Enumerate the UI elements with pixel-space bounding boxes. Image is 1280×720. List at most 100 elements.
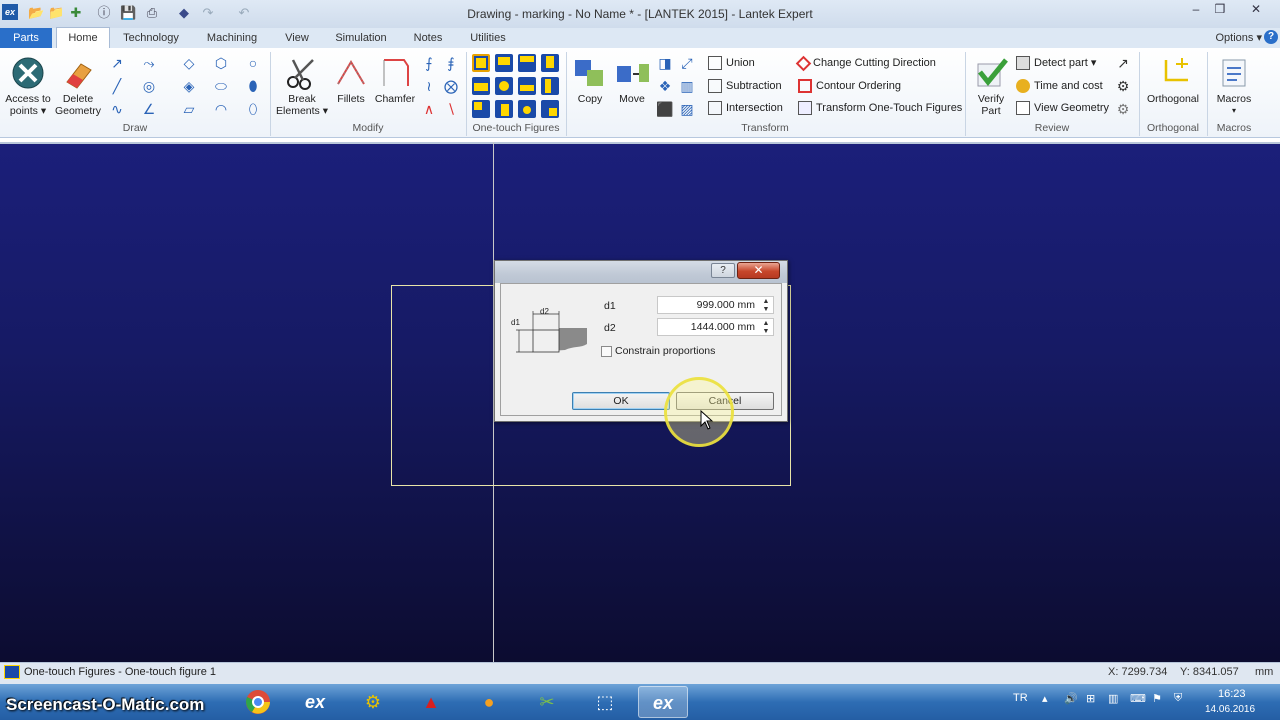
- one-touch-figure-4-icon[interactable]: [541, 54, 559, 72]
- detect-part-button[interactable]: Detect part ▾: [1016, 54, 1096, 72]
- circle-center-icon[interactable]: ◎: [140, 77, 158, 95]
- tab-notes[interactable]: Notes: [408, 28, 448, 48]
- line-icon[interactable]: ╱: [108, 77, 126, 95]
- tab-technology[interactable]: Technology: [116, 28, 186, 48]
- copy-button[interactable]: Copy: [570, 56, 610, 105]
- one-touch-figure-9-icon[interactable]: [472, 100, 490, 118]
- clock-date[interactable]: 14.06.2016: [1205, 704, 1255, 715]
- settings-icon[interactable]: ⚙: [1114, 100, 1132, 118]
- offset-icon[interactable]: ≀: [420, 77, 438, 95]
- d2-value[interactable]: 1444.000 mm: [665, 321, 755, 333]
- lantek-expert-icon[interactable]: ex: [290, 686, 340, 718]
- windows-flag-icon[interactable]: ⊞: [1086, 692, 1095, 705]
- d2-spinbox[interactable]: 1444.000 mm ▲ ▼: [657, 318, 774, 336]
- split-icon[interactable]: ∖: [442, 100, 460, 118]
- delete-geometry-button[interactable]: Delete Geometry: [54, 56, 102, 117]
- snipping-icon[interactable]: ✂: [522, 686, 572, 718]
- one-touch-figure-11-icon[interactable]: [518, 100, 536, 118]
- align-icon[interactable]: ▥: [678, 77, 696, 95]
- trim-icon[interactable]: ⨍: [420, 54, 438, 72]
- close-button[interactable]: ✕: [1244, 0, 1268, 18]
- tray-expand-icon[interactable]: ▴: [1042, 692, 1048, 705]
- d2-down-arrow-icon[interactable]: ▼: [761, 328, 771, 336]
- restore-button[interactable]: ❒: [1208, 0, 1232, 18]
- one-touch-figure-10-icon[interactable]: [495, 100, 513, 118]
- chamfer-button[interactable]: Chamfer: [374, 56, 416, 105]
- screen-capture-icon[interactable]: ⬚: [580, 686, 630, 718]
- one-touch-figure-8-icon[interactable]: [541, 77, 559, 95]
- d1-up-arrow-icon[interactable]: ▲: [761, 298, 771, 306]
- gear-icon[interactable]: ⚙: [1114, 77, 1132, 95]
- volume-icon[interactable]: 🔊: [1064, 692, 1078, 705]
- dialog-close-button[interactable]: ✕: [737, 262, 780, 279]
- d1-spinbox[interactable]: 999.000 mm ▲ ▼: [657, 296, 774, 314]
- diamond-icon[interactable]: ◇: [180, 54, 198, 72]
- stretch-icon[interactable]: ▨: [678, 100, 696, 118]
- angle-line-icon[interactable]: ∠: [140, 100, 158, 118]
- intersection-button[interactable]: Intersection: [708, 99, 783, 117]
- change-cutting-direction-button[interactable]: Change Cutting Direction: [795, 54, 936, 72]
- tab-home[interactable]: Home: [56, 27, 110, 49]
- constrain-proportions-label[interactable]: Constrain proportions: [615, 345, 715, 357]
- constrain-proportions-checkbox[interactable]: [601, 346, 612, 357]
- tab-view[interactable]: View: [278, 28, 316, 48]
- one-touch-figure-7-icon[interactable]: [518, 77, 536, 95]
- orthogonal-button[interactable]: Orthogonal: [1142, 56, 1204, 105]
- clock-time[interactable]: 16:23: [1218, 688, 1246, 700]
- hexagon-icon[interactable]: ⬡: [212, 54, 230, 72]
- tab-utilities[interactable]: Utilities: [462, 28, 514, 48]
- lantek-expert-active-icon[interactable]: ex: [638, 686, 688, 718]
- one-touch-figure-2-icon[interactable]: [495, 54, 513, 72]
- corner-icon[interactable]: ∧: [420, 100, 438, 118]
- security-icon[interactable]: ⛨: [1174, 692, 1182, 705]
- chrome-icon[interactable]: [233, 686, 283, 718]
- tab-machining[interactable]: Machining: [198, 28, 266, 48]
- mirror-icon[interactable]: ◨: [656, 54, 674, 72]
- measure-icon[interactable]: ↗: [1114, 54, 1132, 72]
- array-icon[interactable]: ❖: [656, 77, 674, 95]
- slot-icon[interactable]: ⬭: [212, 77, 230, 95]
- contour-ordering-button[interactable]: Contour Ordering: [798, 77, 901, 95]
- scale-icon[interactable]: ⬛: [656, 100, 674, 118]
- spline-icon[interactable]: ∿: [108, 100, 126, 118]
- view-geometry-button[interactable]: View Geometry: [1016, 99, 1109, 117]
- one-touch-figure-12-icon[interactable]: [541, 100, 559, 118]
- oval-icon[interactable]: ⬯: [244, 100, 262, 118]
- d1-value[interactable]: 999.000 mm: [665, 299, 755, 311]
- one-touch-figure-6-icon[interactable]: [495, 77, 513, 95]
- polyline-icon[interactable]: ⤳: [140, 54, 158, 72]
- rhombus-icon[interactable]: ◈: [180, 77, 198, 95]
- language-indicator[interactable]: TR: [1013, 692, 1028, 704]
- keyboard-icon[interactable]: ⌨: [1130, 692, 1146, 705]
- one-touch-figure-1-icon[interactable]: [472, 54, 490, 72]
- union-button[interactable]: Union: [708, 54, 755, 72]
- rotate-icon[interactable]: ⤢: [678, 54, 696, 72]
- arc-icon[interactable]: ◠: [212, 100, 230, 118]
- one-touch-figure-5-icon[interactable]: [472, 77, 490, 95]
- ok-button[interactable]: OK: [572, 392, 670, 410]
- transform-one-touch-figures-button[interactable]: Transform One-Touch Figures: [798, 99, 962, 117]
- pointer-line-icon[interactable]: ↗: [108, 54, 126, 72]
- circle-icon[interactable]: ○: [244, 54, 262, 72]
- tab-simulation[interactable]: Simulation: [328, 28, 394, 48]
- break-elements-button[interactable]: Break Elements ▾: [276, 56, 328, 117]
- options-menu[interactable]: Options ▾: [1216, 28, 1263, 48]
- time-and-cost-button[interactable]: Time and cost: [1016, 77, 1103, 95]
- subtraction-button[interactable]: Subtraction: [708, 77, 782, 95]
- move-button[interactable]: Move: [612, 56, 652, 105]
- minimize-button[interactable]: –: [1184, 0, 1208, 18]
- verify-part-button[interactable]: Verify Part: [970, 56, 1012, 117]
- join-icon[interactable]: ⨂: [442, 77, 460, 95]
- access-to-points-button[interactable]: Access to points ▾: [4, 56, 52, 117]
- ellipse-icon[interactable]: ⬮: [244, 77, 262, 95]
- paint-icon[interactable]: ●: [464, 686, 514, 718]
- one-touch-figure-3-icon[interactable]: [518, 54, 536, 72]
- tab-parts[interactable]: Parts: [0, 28, 52, 48]
- nc-app-icon[interactable]: ⚙: [348, 686, 398, 718]
- parallelogram-icon[interactable]: ▱: [180, 100, 198, 118]
- d2-up-arrow-icon[interactable]: ▲: [761, 320, 771, 328]
- extend-icon[interactable]: ⨎: [442, 54, 460, 72]
- d1-down-arrow-icon[interactable]: ▼: [761, 306, 771, 314]
- flag-icon[interactable]: ⚑: [1152, 692, 1162, 705]
- acrobat-icon[interactable]: ▲: [406, 686, 456, 718]
